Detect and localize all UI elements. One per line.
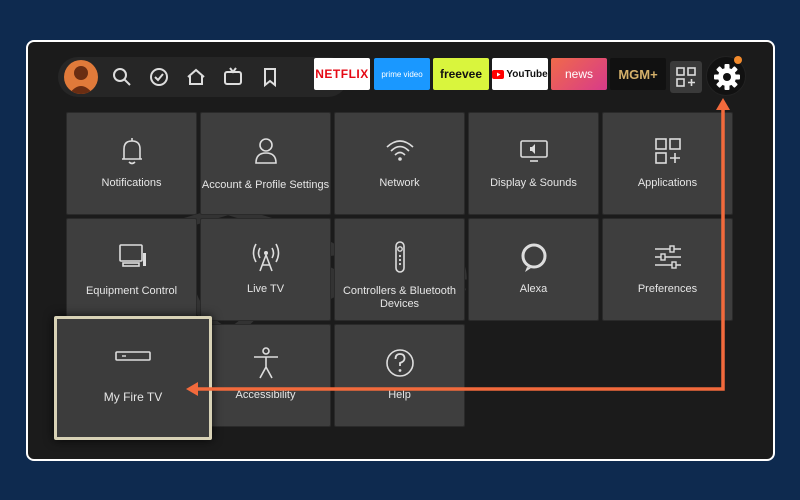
- search-icon[interactable]: [111, 66, 133, 88]
- alexa-icon: [521, 243, 546, 272]
- fire-tv-device-icon: [115, 351, 151, 361]
- tv-desktop-icon: [118, 244, 146, 267]
- tile-label: Preferences: [637, 283, 698, 295]
- tile-label: Network: [379, 177, 420, 189]
- tile-notifications[interactable]: Notifications: [66, 112, 197, 215]
- tile-label: Display & Sounds: [490, 177, 577, 189]
- youtube-play-icon: [492, 69, 505, 79]
- mgm-plus-label: MGM+: [618, 66, 658, 82]
- tv-icon[interactable]: [222, 66, 244, 88]
- tile-label: Equipment Control: [85, 285, 178, 297]
- netflix-app-tile[interactable]: NETFLIX: [314, 58, 370, 90]
- remote-icon: [394, 241, 405, 273]
- news-app-tile[interactable]: news: [551, 58, 607, 90]
- tile-network[interactable]: Network: [334, 112, 465, 215]
- help-icon: [385, 349, 414, 377]
- tile-display-sounds[interactable]: Display & Sounds: [468, 112, 599, 215]
- apps-grid-icon[interactable]: [670, 61, 702, 93]
- tile-equipment-control[interactable]: Equipment Control: [66, 218, 197, 321]
- top-navigation: NETFLIX prime video freevee YouTube news…: [58, 55, 746, 97]
- tile-label: Account & Profile Settings: [201, 179, 330, 191]
- person-icon: [254, 138, 277, 164]
- tv-screen: Safelyo NETFLIX prime video: [26, 40, 775, 461]
- accessibility-icon: [253, 347, 278, 379]
- sliders-icon: [654, 245, 681, 269]
- tile-preferences[interactable]: Preferences: [602, 218, 733, 321]
- tile-label: Applications: [637, 177, 698, 189]
- gear-icon: [714, 64, 740, 90]
- news-label: news: [564, 67, 593, 81]
- tile-accessibility[interactable]: Accessibility: [200, 324, 331, 427]
- tile-label: Controllers & Bluetooth Devices: [342, 285, 457, 310]
- tile-applications[interactable]: Applications: [602, 112, 733, 215]
- tile-label: Alexa: [519, 283, 548, 295]
- display-sound-icon: [519, 140, 548, 162]
- tile-label: Notifications: [101, 177, 162, 189]
- freevee-label: freevee: [439, 67, 483, 81]
- check-circle-icon[interactable]: [148, 66, 170, 88]
- antenna-icon: [252, 243, 279, 272]
- freevee-app-tile[interactable]: freevee: [433, 58, 489, 90]
- notification-dot: [734, 56, 742, 64]
- tile-live-tv[interactable]: Live TV: [200, 218, 331, 321]
- youtube-app-tile[interactable]: YouTube: [492, 58, 548, 90]
- tile-label: Help: [388, 389, 411, 401]
- tile-controllers-bluetooth[interactable]: Controllers & Bluetooth Devices: [334, 218, 465, 321]
- home-icon[interactable]: [185, 66, 207, 88]
- tile-account-profile-settings[interactable]: Account & Profile Settings: [200, 112, 331, 215]
- bell-icon: [121, 138, 142, 165]
- prime-video-label: prime video: [381, 69, 423, 79]
- wifi-icon: [385, 140, 414, 161]
- tile-help[interactable]: Help: [334, 324, 465, 427]
- tile-label: Live TV: [246, 283, 285, 295]
- tile-label: My Fire TV: [103, 390, 163, 404]
- profile-avatar[interactable]: [64, 60, 98, 94]
- netflix-label: NETFLIX: [315, 67, 369, 81]
- bookmark-icon[interactable]: [259, 66, 281, 88]
- tile-my-fire-tv[interactable]: My Fire TV: [54, 316, 212, 440]
- tile-alexa[interactable]: Alexa: [468, 218, 599, 321]
- apps-icon: [654, 138, 681, 164]
- prime-video-app-tile[interactable]: prime video: [374, 58, 430, 90]
- youtube-label: YouTube: [506, 68, 548, 80]
- tile-label: Accessibility: [235, 389, 296, 401]
- mgm-plus-app-tile[interactable]: MGM+: [610, 58, 666, 90]
